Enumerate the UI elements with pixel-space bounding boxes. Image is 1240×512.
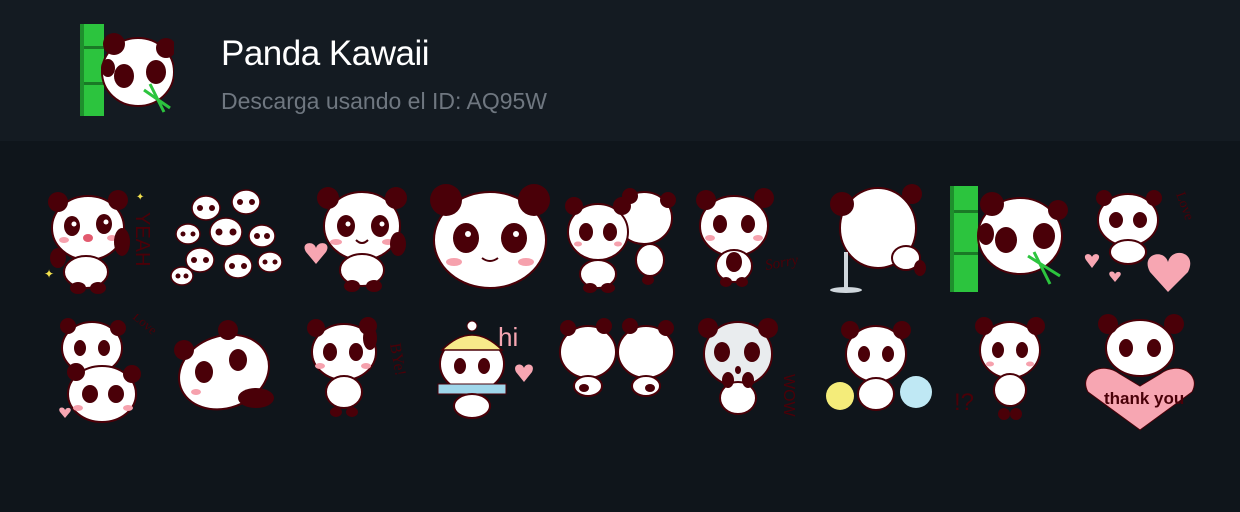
panda-bye-icon: BYe! [307, 317, 409, 417]
panda-backs-icon [559, 318, 675, 397]
svg-text:WOW: WOW [780, 374, 797, 418]
svg-text:!?: !? [954, 389, 974, 416]
two-pandas-icon [565, 188, 676, 293]
panda-thankyou-icon: thank you [1085, 314, 1195, 431]
sticker-hi-hat[interactable]: hi [428, 314, 550, 432]
pack-header: Panda Kawaii Descarga usando el ID: AQ95… [0, 0, 1240, 141]
panda-faucet-icon [830, 184, 926, 293]
panda-lying-icon [174, 320, 274, 411]
sticker-crowd[interactable] [166, 180, 288, 298]
panda-sticker-icon: YEAH ✦ ✦ [44, 190, 153, 294]
panda-question-icon: !? [954, 317, 1045, 420]
panda-crowd-icon [170, 189, 283, 286]
sticker-bamboo[interactable] [950, 180, 1072, 298]
sticker-sorry[interactable]: Sorry [688, 180, 810, 298]
sticker-love-pair[interactable]: Love [36, 314, 158, 432]
svg-text:✦: ✦ [44, 267, 54, 281]
sticker-two-pandas[interactable] [558, 180, 680, 298]
sticker-wow[interactable]: WOW [688, 314, 810, 432]
sticker-lying[interactable] [166, 314, 288, 432]
svg-text:hi: hi [498, 322, 518, 352]
sticker-love-hearts[interactable]: Love [1080, 180, 1202, 298]
sticker-heart-wave[interactable] [298, 180, 420, 298]
panda-wow-icon: WOW [698, 318, 797, 418]
panda-love-icon: Love [1084, 190, 1196, 292]
pack-title: Panda Kawaii [221, 34, 430, 73]
panda-face-icon [430, 184, 550, 289]
panda-hi-icon: hi [437, 320, 533, 419]
sticker-question[interactable]: !? [950, 314, 1072, 432]
svg-text:✦: ✦ [136, 192, 144, 203]
panda-bamboo-pack-icon [80, 24, 174, 116]
sticker-bye[interactable]: BYe! [298, 314, 420, 432]
panda-love-pair-icon: Love [59, 314, 158, 423]
panda-bamboo-icon [950, 186, 1068, 292]
panda-sorry-icon: Sorry [696, 188, 800, 287]
sticker-grid: YEAH ✦ ✦ Sorry Love Love BYe! hi WOW !? … [36, 180, 1206, 440]
svg-text:Love: Love [1172, 190, 1196, 222]
sticker-pompoms[interactable] [820, 314, 942, 432]
sticker-backs[interactable] [558, 314, 680, 432]
sticker-big-face[interactable] [428, 180, 550, 298]
svg-text:Sorry: Sorry [764, 252, 800, 274]
svg-text:Love: Love [130, 314, 158, 338]
panda-cheer-icon [826, 321, 932, 411]
svg-text:BYe!: BYe! [386, 342, 408, 378]
pack-download-id: Descarga usando el ID: AQ95W [221, 88, 547, 114]
sticker-faucet[interactable] [820, 180, 942, 298]
svg-text:thank you: thank you [1104, 389, 1184, 408]
sticker-thankyou[interactable]: thank you [1080, 314, 1202, 432]
panda-heart-icon [304, 187, 407, 292]
svg-text:YEAH: YEAH [131, 212, 153, 266]
sticker-yeah[interactable]: YEAH ✦ ✦ [36, 180, 158, 298]
